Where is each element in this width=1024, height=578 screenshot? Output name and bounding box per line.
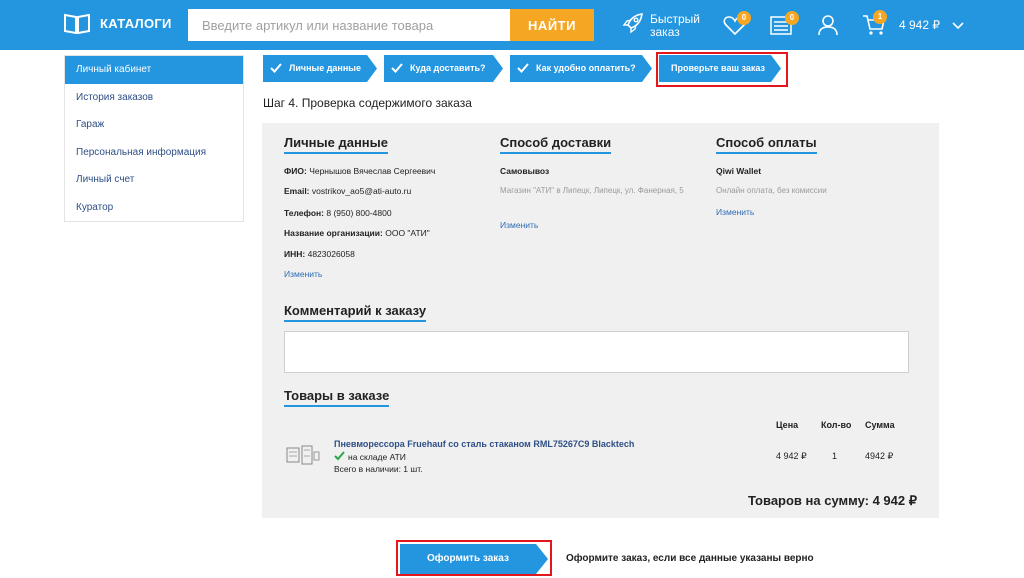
search-input[interactable]: [188, 9, 510, 41]
product-price: 4 942 ₽: [776, 451, 807, 461]
product-availability: Всего в наличии: 1 шт.: [334, 464, 423, 474]
heart-icon: [723, 16, 747, 40]
payment-note: Онлайн оплата, без комиссии: [716, 186, 827, 195]
favorites-badge: 0: [737, 11, 751, 25]
highlight-frame: [656, 52, 788, 87]
catalog-button[interactable]: КАТАЛОГИ: [64, 12, 172, 34]
sum-column-header: Сумма: [865, 420, 895, 430]
sidebar-item-personal-info[interactable]: Персональная информация: [65, 139, 243, 167]
chevron-down-icon[interactable]: [952, 18, 964, 36]
goods-heading: Товары в заказе: [284, 388, 390, 407]
search-button[interactable]: НАЙТИ: [510, 9, 594, 41]
profile-button[interactable]: [817, 14, 839, 41]
step-personal-data[interactable]: Личные данные: [263, 55, 377, 82]
edit-delivery-link[interactable]: Изменить: [500, 220, 538, 230]
step-label: Куда доставить?: [410, 63, 486, 73]
fio-row: ФИО: Чернышов Вячеслав Сергеевич: [284, 166, 436, 176]
edit-personal-link[interactable]: Изменить: [284, 269, 322, 279]
step-label: Как удобно оплатить?: [536, 63, 636, 73]
personal-heading: Личные данные: [284, 135, 388, 154]
step-delivery[interactable]: Куда доставить?: [384, 55, 503, 82]
price-column-header: Цена: [776, 420, 799, 430]
stock-label: на складе АТИ: [348, 452, 406, 462]
highlight-frame: [396, 540, 552, 576]
product-image[interactable]: [286, 444, 320, 466]
step-label: Личные данные: [289, 63, 361, 73]
sidebar-item-balance[interactable]: Личный счет: [65, 166, 243, 194]
phone-row: Телефон: 8 (950) 800-4800: [284, 208, 392, 218]
org-row: Название организации: ООО "АТИ": [284, 228, 430, 238]
delivery-heading: Способ доставки: [500, 135, 612, 154]
comment-textarea[interactable]: [284, 331, 909, 373]
checkmark-icon: [334, 451, 345, 463]
product-name-link[interactable]: Пневморессора Fruehauf со сталь стаканом…: [334, 439, 634, 449]
product-sum: 4942 ₽: [865, 451, 894, 461]
book-icon: [64, 12, 90, 34]
sidebar-item-order-history[interactable]: История заказов: [65, 84, 243, 112]
rocket-icon: [622, 12, 644, 39]
payment-heading: Способ оплаты: [716, 135, 817, 154]
cart-badge: 1: [873, 10, 887, 24]
order-summary-panel: Личные данные ФИО: Чернышов Вячеслав Сер…: [262, 123, 939, 518]
order-total: Товаров на сумму: 4 942 ₽: [747, 493, 917, 508]
qty-column-header: Кол-во: [821, 420, 852, 430]
cart-total[interactable]: 4 942 ₽: [899, 18, 940, 32]
account-sidebar: Личный кабинет История заказов Гараж Пер…: [64, 55, 244, 222]
step-payment[interactable]: Как удобно оплатить?: [510, 55, 652, 82]
quick-order-button[interactable]: Быстрый заказ: [622, 12, 700, 39]
top-header: КАТАЛОГИ НАЙТИ Быстрыйзаказ 0 0 1 4 942 …: [0, 0, 1024, 50]
compare-badge: 0: [785, 11, 799, 25]
quick-order-line2: заказ: [650, 24, 680, 39]
compare-list-icon: [770, 16, 794, 40]
email-row: Email: vostrikov_ao5@ati-auto.ru: [284, 186, 412, 196]
inn-row: ИНН: 4823026058: [284, 249, 355, 259]
delivery-address: Магазин "АТИ" в Липецк, Липецк, ул. Фане…: [500, 186, 684, 195]
page-title: Шаг 4. Проверка содержимого заказа: [263, 96, 472, 110]
payment-method: Qiwi Wallet: [716, 166, 762, 176]
order-hint: Оформите заказ, если все данные указаны …: [566, 553, 814, 564]
cart-icon: [862, 15, 886, 40]
edit-payment-link[interactable]: Изменить: [716, 207, 754, 217]
sidebar-item-curator[interactable]: Куратор: [65, 194, 243, 222]
sidebar-item-account[interactable]: Личный кабинет: [65, 56, 243, 84]
comment-heading: Комментарий к заказу: [284, 303, 427, 322]
product-qty: 1: [832, 451, 838, 461]
product-stock: на складе АТИ: [334, 451, 406, 463]
delivery-method: Самовывоз: [500, 166, 550, 176]
user-icon: [817, 15, 839, 40]
catalog-label: КАТАЛОГИ: [100, 15, 172, 31]
sidebar-item-garage[interactable]: Гараж: [65, 111, 243, 139]
quick-order-line1: Быстрый: [650, 11, 700, 26]
